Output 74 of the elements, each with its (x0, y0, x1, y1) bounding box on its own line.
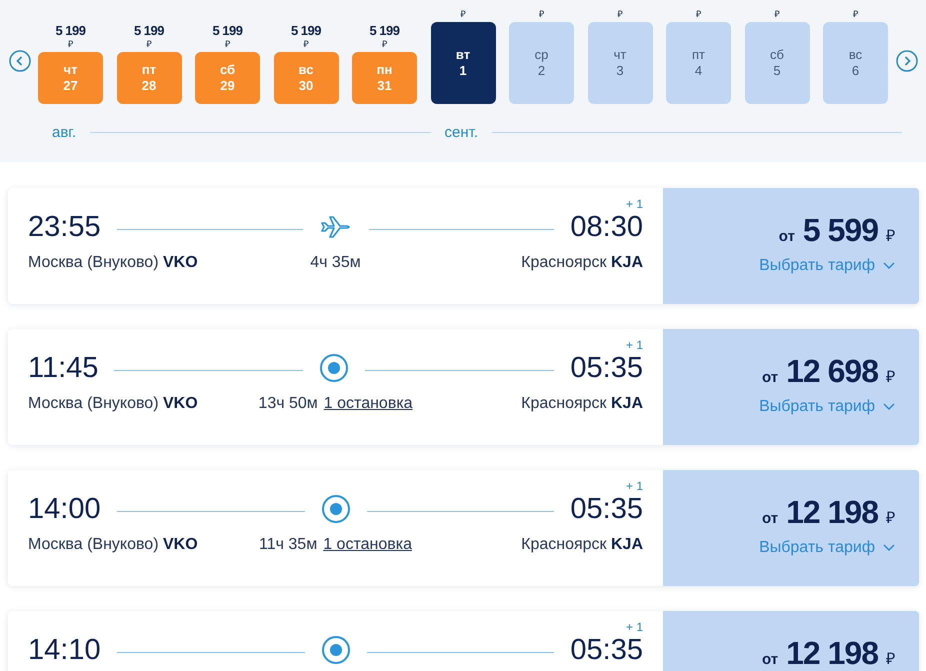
day-price: 5 199 (55, 23, 86, 38)
price-prefix: от (778, 228, 795, 245)
price-prefix: от (762, 369, 778, 386)
arrival-time: 08:30 (570, 211, 643, 243)
date-tile[interactable]: вт 1 (430, 22, 496, 104)
currency-sign: ₽ (304, 38, 308, 50)
currency-sign: ₽ (853, 8, 858, 20)
price-prefix: от (762, 651, 778, 668)
currency-sign: ₽ (886, 227, 895, 246)
currency-sign: ₽ (886, 650, 895, 669)
currency-sign: ₽ (886, 509, 895, 528)
next-day-label: + 1 (626, 621, 643, 633)
date-tile[interactable]: вс 6 (823, 22, 888, 104)
price: 12 698 (786, 353, 878, 390)
departure-time: 23:55 (28, 210, 101, 244)
next-day-label: + 1 (626, 480, 643, 492)
arrival-airport: Красноярск KJA (520, 395, 643, 413)
arrival-time: 05:35 (570, 634, 643, 666)
price-prefix: от (762, 510, 778, 527)
departure-airport: Москва (Внуково) VKO (28, 395, 199, 413)
arrival-time: 05:35 (570, 493, 643, 525)
choose-fare-button[interactable]: Выбрать тариф (759, 257, 895, 275)
next-button[interactable] (895, 49, 918, 73)
month-label: сент. (444, 124, 478, 141)
price: 12 198 (786, 494, 878, 531)
month-label: авг. (51, 124, 76, 141)
currency-sign: ₽ (886, 368, 895, 387)
day-price: 5 199 (290, 23, 322, 38)
date-tile[interactable]: пт 28 (116, 52, 182, 104)
currency-sign: ₽ (774, 8, 780, 20)
next-day-label: + 1 (626, 339, 643, 351)
next-day-label: + 1 (626, 198, 643, 210)
currency-sign: ₽ (225, 38, 230, 50)
currency-sign: ₽ (539, 8, 544, 20)
price: 12 198 (786, 635, 878, 671)
flight-duration: 13ч 50м (258, 395, 318, 413)
currency-sign: ₽ (696, 8, 701, 20)
day-price: 5 199 (369, 23, 400, 38)
day-price: 5 199 (212, 23, 243, 38)
date-tile[interactable]: чт 27 (38, 52, 103, 104)
currency-sign: ₽ (382, 38, 387, 50)
departure-time: 14:00 (28, 492, 101, 526)
day-price: 5 199 (134, 23, 164, 38)
currency-sign: ₽ (68, 38, 73, 50)
date-tile[interactable]: сб 29 (195, 52, 260, 104)
chevron-down-icon (883, 403, 895, 411)
currency-sign: ₽ (460, 8, 466, 20)
choose-fare-button[interactable]: Выбрать тариф (759, 398, 895, 416)
stops-link[interactable]: 1 остановка (323, 536, 412, 554)
date-tile[interactable]: пт 4 (666, 22, 731, 104)
date-tile[interactable]: чт 3 (588, 22, 652, 104)
flight-duration: 11ч 35м (259, 536, 318, 554)
flight-duration: 4ч 35м (310, 254, 361, 272)
price: 5 599 (802, 212, 878, 249)
date-tile[interactable]: пн 31 (352, 52, 417, 104)
stops-link[interactable]: 1 остановка (324, 395, 413, 413)
previous-button[interactable] (8, 49, 31, 73)
departure-airport: Москва (Внуково) VKO (28, 254, 199, 272)
date-tile[interactable]: сб 5 (744, 22, 810, 104)
arrival-airport: Красноярск KJA (520, 536, 643, 554)
date-tile[interactable]: вс 30 (274, 52, 338, 104)
departure-time: 14:10 (28, 633, 101, 667)
chevron-right-icon (896, 50, 918, 72)
chevron-down-icon (883, 544, 895, 552)
date-tile[interactable]: ср 2 (509, 22, 574, 104)
chevron-down-icon (883, 262, 895, 270)
choose-fare-button[interactable]: Выбрать тариф (759, 539, 895, 557)
departure-airport: Москва (Внуково) VKO (28, 536, 199, 554)
currency-sign: ₽ (146, 38, 152, 50)
currency-sign: ₽ (618, 8, 622, 20)
chevron-left-icon (8, 50, 30, 72)
arrival-airport: Красноярск KJA (520, 254, 643, 272)
departure-time: 11:45 (28, 351, 98, 385)
arrival-time: 05:35 (570, 352, 643, 384)
